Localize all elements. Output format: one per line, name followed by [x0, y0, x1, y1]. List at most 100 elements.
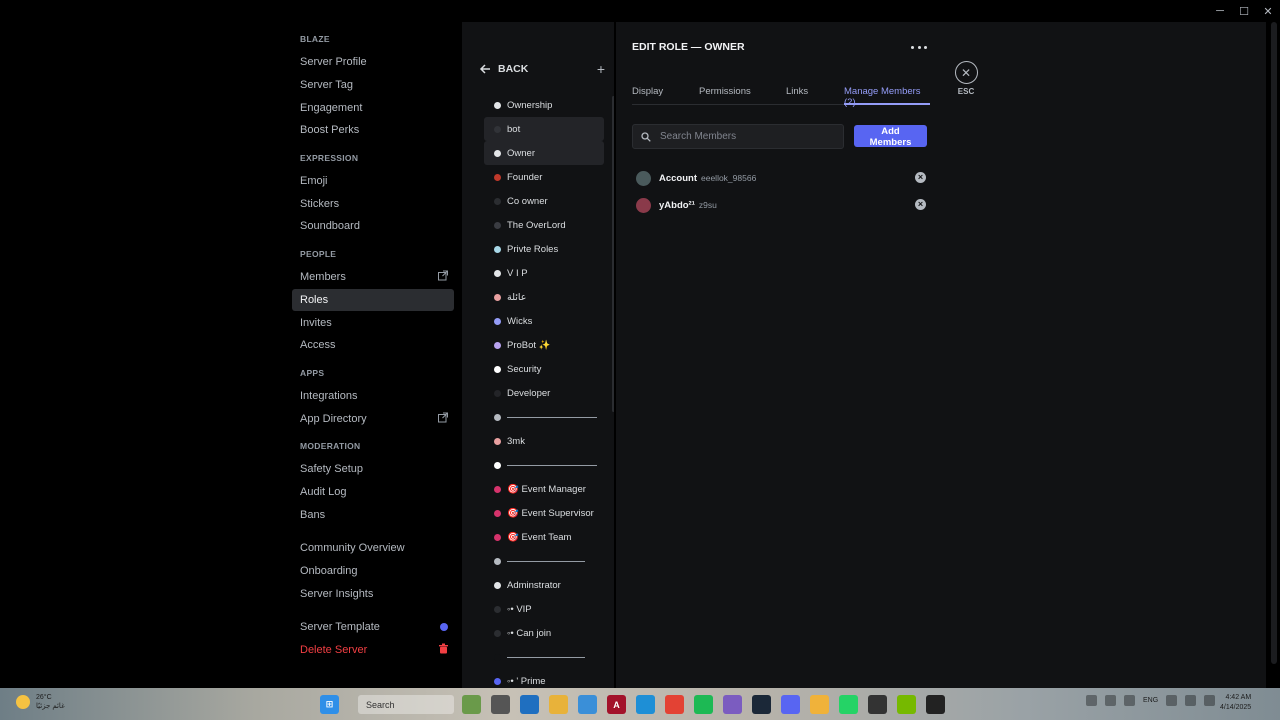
role-color-dot-icon	[494, 101, 501, 109]
close-window-button[interactable]: ✕	[1256, 0, 1280, 22]
language-indicator[interactable]: ENG	[1143, 697, 1158, 704]
file-explorer-icon[interactable]	[549, 695, 568, 714]
role-item[interactable]: 🎯 Event Supervisor	[484, 501, 604, 525]
weather-widget[interactable]: 26°C غائم جزئيًا	[16, 693, 65, 711]
spotify-icon[interactable]	[694, 695, 713, 714]
esc-close-button[interactable]: ✕ ESC	[954, 61, 978, 96]
clock[interactable]: 4:42 AM 4/14/2025	[1220, 693, 1251, 713]
sidebar-item-soundboard[interactable]: Soundboard	[292, 215, 454, 238]
start-windows-icon[interactable]: ⊞	[320, 695, 339, 714]
tab-links[interactable]: Links	[786, 86, 808, 103]
tray-app-icon[interactable]	[1124, 695, 1135, 706]
sidebar-item-server-tag[interactable]: Server Tag	[292, 74, 454, 97]
role-item[interactable]: Co owner	[484, 189, 604, 213]
task-view-icon[interactable]	[491, 695, 510, 714]
role-item[interactable]: 3mk	[484, 429, 604, 453]
sidebar-item-members[interactable]: Members	[292, 266, 454, 289]
sidebar-item-boost-perks[interactable]: Boost Perks	[292, 119, 454, 142]
sidebar-item-emoji[interactable]: Emoji	[292, 170, 454, 193]
sidebar-item-audit-log[interactable]: Audit Log	[292, 481, 454, 504]
role-item[interactable]	[484, 549, 604, 573]
minimize-button[interactable]: ─	[1208, 0, 1232, 22]
more-options-icon[interactable]	[911, 44, 927, 50]
role-item[interactable]	[484, 645, 604, 669]
store-icon[interactable]	[578, 695, 597, 714]
section-title-blaze: BLAZE	[300, 34, 330, 44]
sidebar-item-community-overview[interactable]: Community Overview	[292, 537, 454, 560]
discord-icon[interactable]	[781, 695, 800, 714]
sidebar-item-app-directory[interactable]: App Directory	[292, 407, 454, 430]
sidebar-item-access[interactable]: Access	[292, 334, 454, 357]
sidebar-item-server-insights[interactable]: Server Insights	[292, 582, 454, 605]
role-item[interactable]: Owner	[484, 141, 604, 165]
remove-member-icon[interactable]: ×	[915, 172, 926, 183]
add-members-button[interactable]: Add Members	[854, 125, 927, 148]
role-color-dot-icon	[494, 197, 501, 205]
sidebar-item-onboarding[interactable]: Onboarding	[292, 560, 454, 583]
settings-icon[interactable]	[520, 695, 539, 714]
role-list-scrollbar[interactable]	[612, 96, 614, 412]
main-scrollbar[interactable]	[1271, 22, 1277, 664]
back-button[interactable]: BACK +	[479, 61, 605, 77]
steam-icon[interactable]	[752, 695, 771, 714]
sidebar-item-safety-setup[interactable]: Safety Setup	[292, 458, 454, 481]
maximize-button[interactable]: ☐	[1232, 0, 1256, 22]
sidebar-item-bans[interactable]: Bans	[292, 503, 454, 526]
tray-app-icon[interactable]	[1105, 695, 1116, 706]
role-item[interactable]: Ownership	[484, 93, 604, 117]
role-color-dot-icon	[494, 581, 501, 589]
add-role-plus-icon[interactable]: +	[597, 61, 605, 77]
role-item[interactable]	[484, 453, 604, 477]
taskbar-search[interactable]: Search	[358, 695, 454, 714]
role-item[interactable]: bot	[484, 117, 604, 141]
app-icon[interactable]	[723, 695, 742, 714]
role-item[interactable]: عائلة	[484, 285, 604, 309]
wifi-icon[interactable]	[1166, 695, 1178, 706]
sidebar-item-engagement[interactable]: Engagement	[292, 96, 454, 119]
role-item[interactable]: Wicks	[484, 309, 604, 333]
sidebar-item-server-profile[interactable]: Server Profile	[292, 51, 454, 74]
chrome-icon[interactable]	[665, 695, 684, 714]
sidebar-item-server-template[interactable]: Server Template	[292, 616, 454, 639]
role-name: 3mk	[507, 435, 525, 447]
role-item[interactable]: Adminstrator	[484, 573, 604, 597]
sidebar-item-stickers[interactable]: Stickers	[292, 192, 454, 215]
tab-display[interactable]: Display	[632, 86, 663, 103]
role-color-dot-icon	[494, 173, 501, 181]
role-item[interactable]	[484, 405, 604, 429]
battery-icon[interactable]	[1204, 695, 1216, 706]
remove-member-icon[interactable]: ×	[915, 199, 926, 210]
role-item[interactable]: The OverLord	[484, 213, 604, 237]
role-item[interactable]: ◦• VIP	[484, 597, 604, 621]
role-item[interactable]: V I P	[484, 261, 604, 285]
sidebar-item-delete-server[interactable]: Delete Server	[292, 639, 454, 662]
sidebar-item-roles[interactable]: Roles	[292, 288, 454, 312]
folder-icon[interactable]	[810, 695, 829, 714]
role-color-dot-icon	[494, 461, 501, 469]
role-item[interactable]: 🎯 Event Manager	[484, 477, 604, 501]
role-item[interactable]: 🎯 Event Team	[484, 525, 604, 549]
search-members-field[interactable]	[632, 124, 844, 149]
nvidia-icon[interactable]	[897, 695, 916, 714]
role-item[interactable]: Security	[484, 357, 604, 381]
role-item[interactable]: ◦• Can join	[484, 621, 604, 645]
obs-icon[interactable]	[868, 695, 887, 714]
search-members-input[interactable]	[658, 130, 837, 143]
whatsapp-icon[interactable]	[839, 695, 858, 714]
sidebar-item-integrations[interactable]: Integrations	[292, 385, 454, 408]
role-item[interactable]: Privte Roles	[484, 237, 604, 261]
role-item[interactable]: Founder	[484, 165, 604, 189]
role-item[interactable]: Developer	[484, 381, 604, 405]
adobe-icon[interactable]: A	[607, 695, 626, 714]
edge-icon[interactable]	[636, 695, 655, 714]
role-item[interactable]: ◦• ' Prime	[484, 669, 604, 688]
app-icon[interactable]	[926, 695, 945, 714]
sidebar-item-invites[interactable]: Invites	[292, 311, 454, 334]
tab-permissions[interactable]: Permissions	[699, 86, 751, 103]
tray-chevron-icon[interactable]	[1086, 695, 1097, 706]
tab-manage-members[interactable]: Manage Members (2)	[844, 86, 930, 108]
role-item[interactable]: ProBot ✨	[484, 333, 604, 357]
widgets-icon[interactable]	[462, 695, 481, 714]
volume-icon[interactable]	[1185, 695, 1197, 706]
